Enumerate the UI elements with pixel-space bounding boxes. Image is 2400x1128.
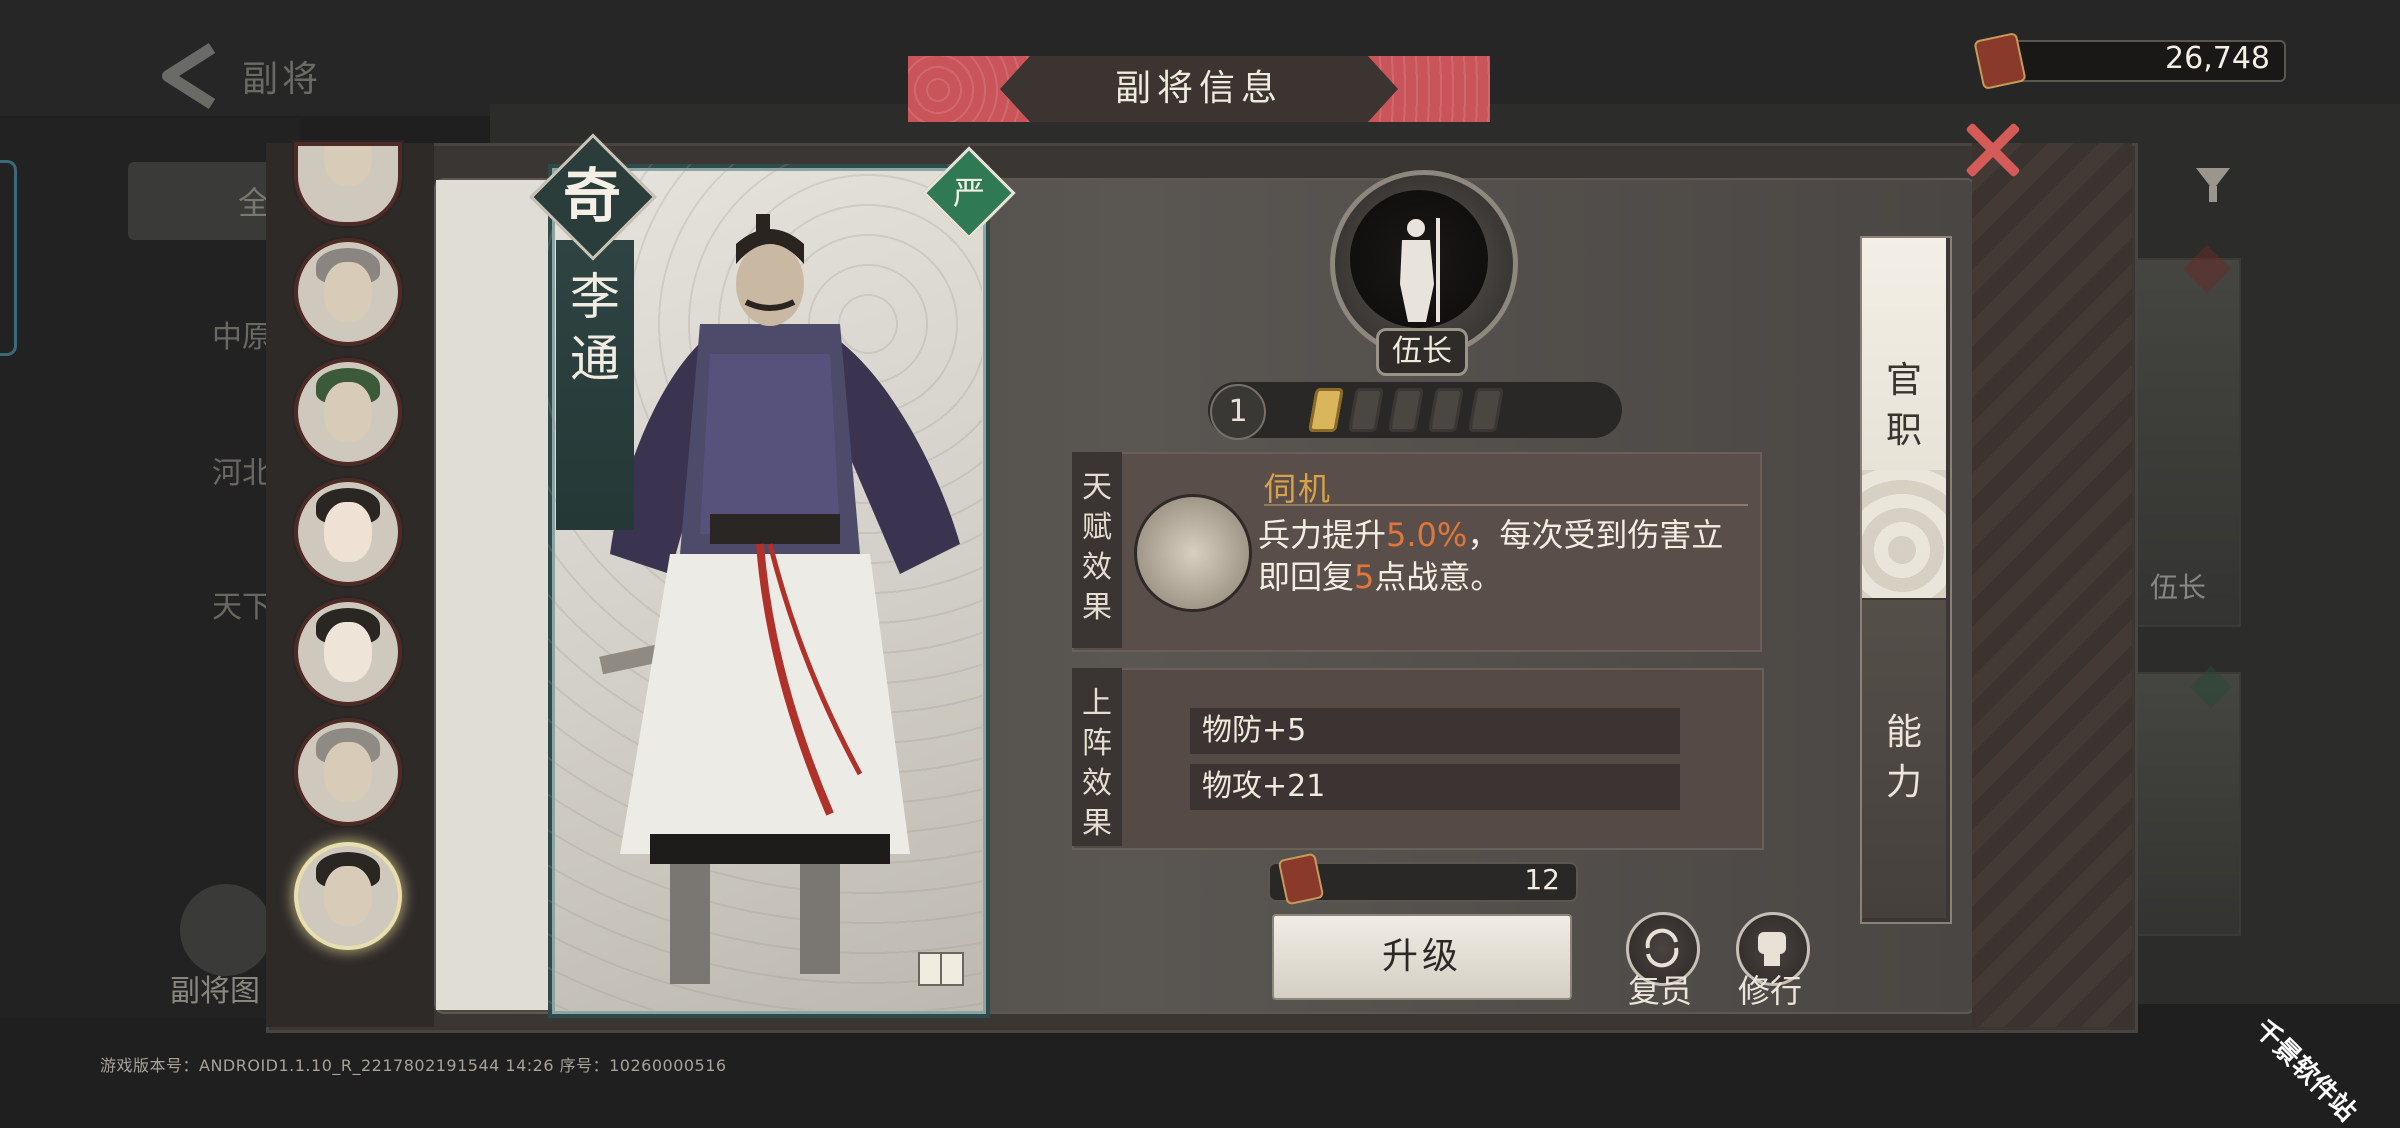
back-arrow-icon[interactable] xyxy=(150,42,230,110)
category-hebei[interactable]: 河北 xyxy=(212,448,272,492)
filter-icon-stem xyxy=(2209,186,2217,202)
soldier-silhouette-icon xyxy=(1400,218,1440,322)
rank-title: 伍长 xyxy=(1392,334,1452,369)
talent-desc-text: 点战意。 xyxy=(1374,558,1503,596)
gallery-icon[interactable] xyxy=(180,884,272,976)
deploy-side-label: 上阵效果 xyxy=(1072,668,1122,846)
tab-cloud-pattern xyxy=(1862,470,1946,598)
general-name: 李通 xyxy=(570,268,620,388)
upgrade-button-label[interactable]: 升级 xyxy=(1272,914,1572,1000)
talent-side-label: 天赋效果 xyxy=(1072,452,1122,648)
left-background-panel xyxy=(0,118,300,1018)
dialog-decor-strip xyxy=(1972,143,2132,1027)
gallery-label[interactable]: 副将图 xyxy=(170,966,260,1010)
category-zhongyuan[interactable]: 中原 xyxy=(212,312,272,356)
roster-avatar[interactable] xyxy=(294,718,402,826)
roster-avatar[interactable] xyxy=(294,238,402,346)
train-label[interactable]: 修行 xyxy=(1720,966,1820,1012)
level-number: 1 xyxy=(1228,394,1248,429)
talent-description: 兵力提升5.0%，每次受到伤害立即回复5点战意。 xyxy=(1258,514,1754,598)
roster-avatar[interactable] xyxy=(294,598,402,706)
tab-label-char: 能力 xyxy=(1885,712,1922,803)
left-edge-tab[interactable] xyxy=(0,160,17,356)
refresh-icon xyxy=(1645,928,1679,968)
category-tianxia[interactable]: 天下 xyxy=(212,582,272,626)
deploy-stat-row: 物防+5 xyxy=(1190,708,1680,754)
watermark: 千景软件站 xyxy=(2248,1014,2362,1128)
book-icon[interactable] xyxy=(918,952,964,986)
rarity-label: 奇 xyxy=(562,162,621,230)
currency-value: 26,748 xyxy=(2165,41,2270,76)
page-title: 副将信息 xyxy=(1114,68,1283,109)
talent-desc-highlight: 5 xyxy=(1354,558,1375,596)
talent-desc-highlight: 5.0% xyxy=(1386,516,1468,554)
back-label[interactable]: 副将 xyxy=(242,50,322,102)
filter-all-button[interactable]: 全 xyxy=(128,162,288,240)
quality-label: 严 xyxy=(952,174,985,212)
deploy-stat-row: 物攻+21 xyxy=(1190,764,1680,810)
close-icon[interactable] xyxy=(1958,116,2026,184)
demobilize-label[interactable]: 复员 xyxy=(1610,966,1710,1012)
talent-icon[interactable] xyxy=(1134,494,1252,612)
roster-avatar-selected[interactable] xyxy=(294,842,402,950)
roster-avatar[interactable] xyxy=(294,478,402,586)
tab-label-char: 官职 xyxy=(1885,360,1922,451)
tab-official-rank-label[interactable]: 官职 xyxy=(1862,356,1946,456)
roster-avatar[interactable] xyxy=(294,358,402,466)
fist-icon xyxy=(1758,932,1786,966)
tab-ability-label[interactable]: 能力 xyxy=(1862,708,1946,808)
talent-divider xyxy=(1264,504,1748,506)
talent-desc-text: 兵力提升 xyxy=(1258,516,1387,554)
background-card-rank-label: 伍长 xyxy=(2150,571,2207,604)
deploy-effect-panel xyxy=(1072,668,1764,850)
upgrade-cost-value: 12 xyxy=(1524,863,1560,896)
version-text: 游戏版本号：ANDROID1.1.10_R_2217802191544 14:2… xyxy=(100,1056,727,1075)
